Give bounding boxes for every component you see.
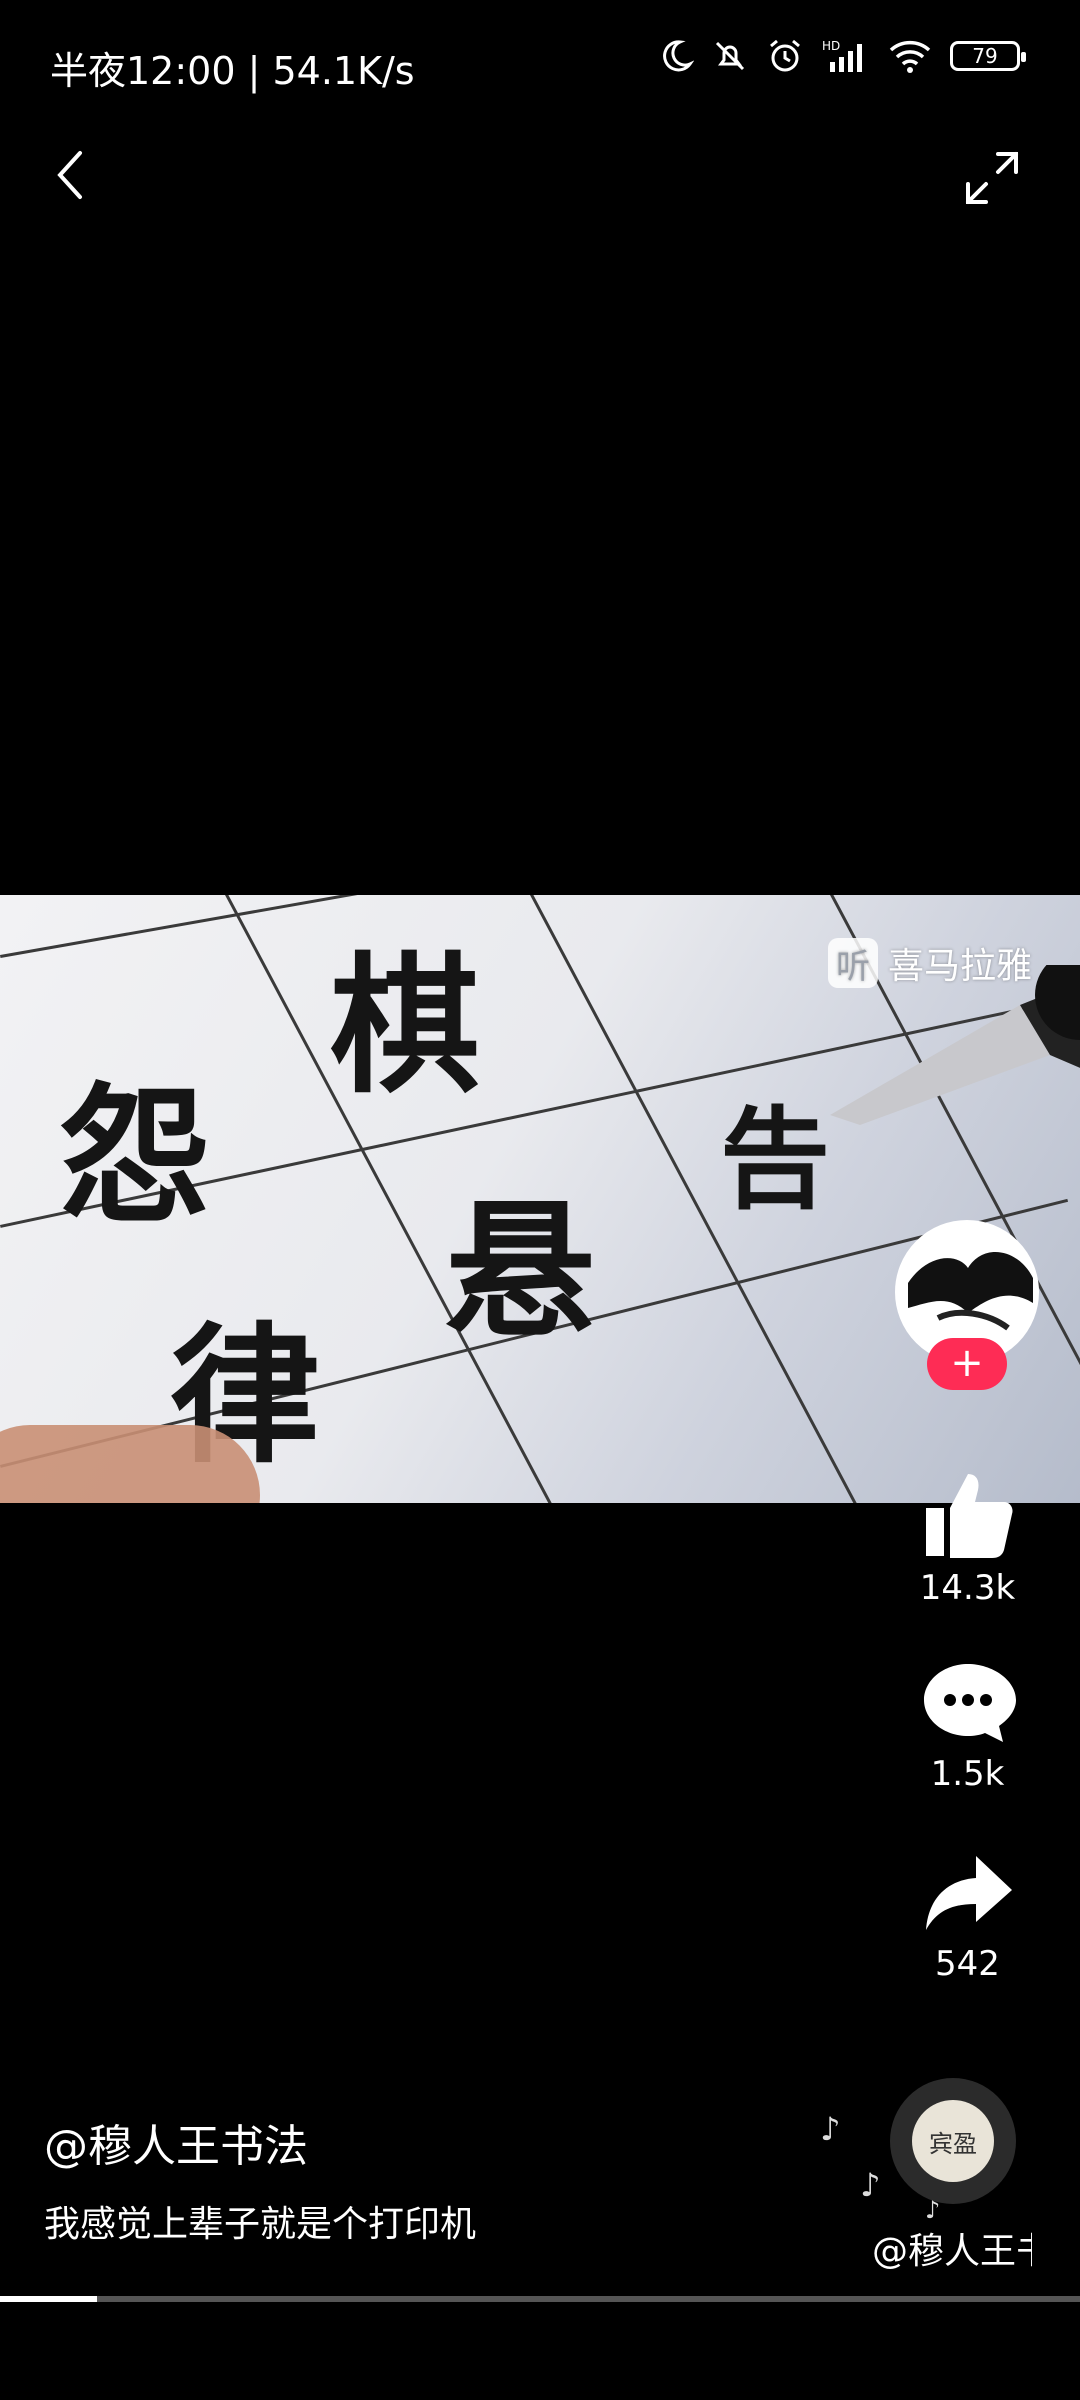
music-note-icon: ♪: [820, 2110, 841, 2148]
wifi-icon: [889, 40, 931, 73]
alarm-icon: [770, 39, 800, 72]
like-action[interactable]: 14.3k: [900, 1468, 1035, 1608]
share-arrow-icon[interactable]: [920, 1850, 1016, 1936]
like-count: 14.3k: [919, 1568, 1016, 1608]
svg-text:HD: HD: [822, 39, 840, 53]
author-name[interactable]: @穆人王书法: [44, 2110, 308, 2174]
back-button[interactable]: [48, 145, 98, 205]
music-disc[interactable]: 宾盈: [890, 2078, 1016, 2204]
calligraphy-char: 告: [720, 1095, 830, 1224]
status-icons: HD 79: [658, 38, 1026, 74]
music-author[interactable]: @穆人王书: [872, 2222, 1032, 2274]
moon-icon: [663, 40, 694, 72]
comment-bubble-icon[interactable]: [920, 1660, 1016, 1746]
status-time-speed: 半夜12:00 | 54.1K/s: [50, 49, 415, 93]
music-disc-cover: 宾盈: [912, 2100, 994, 2182]
share-action[interactable]: 542: [900, 1850, 1035, 1984]
author-avatar-group[interactable]: +: [895, 1220, 1039, 1390]
video-progress-bar[interactable]: [0, 2296, 1080, 2302]
music-note-icon: ♪: [860, 2166, 881, 2204]
calligraphy-char: 怨: [60, 1068, 211, 1244]
calligraphy-char: 悬: [445, 1183, 596, 1359]
fullscreen-icon[interactable]: [962, 148, 1022, 208]
finger-image: [0, 1425, 260, 1503]
video-progress-fill: [0, 2296, 98, 2302]
pen-image: [830, 965, 1080, 1125]
calligraphy-char: 棋: [330, 938, 481, 1114]
video-player[interactable]: 怨 棋 律 悬 告 听 喜马拉雅: [0, 895, 1080, 1503]
battery-icon: 79: [950, 41, 1026, 71]
status-bar: 半夜12:00 | 54.1K/s HD 79: [0, 0, 1080, 120]
comment-action[interactable]: 1.5k: [900, 1660, 1035, 1794]
comment-count: 1.5k: [930, 1754, 1005, 1794]
mute-bell-icon: [715, 41, 745, 71]
share-count: 542: [935, 1944, 1000, 1984]
thumbs-up-icon[interactable]: [920, 1468, 1016, 1560]
video-caption: 我感觉上辈子就是个打印机: [44, 2204, 477, 2245]
follow-button[interactable]: +: [927, 1338, 1007, 1390]
signal-icon: HD: [822, 39, 862, 72]
